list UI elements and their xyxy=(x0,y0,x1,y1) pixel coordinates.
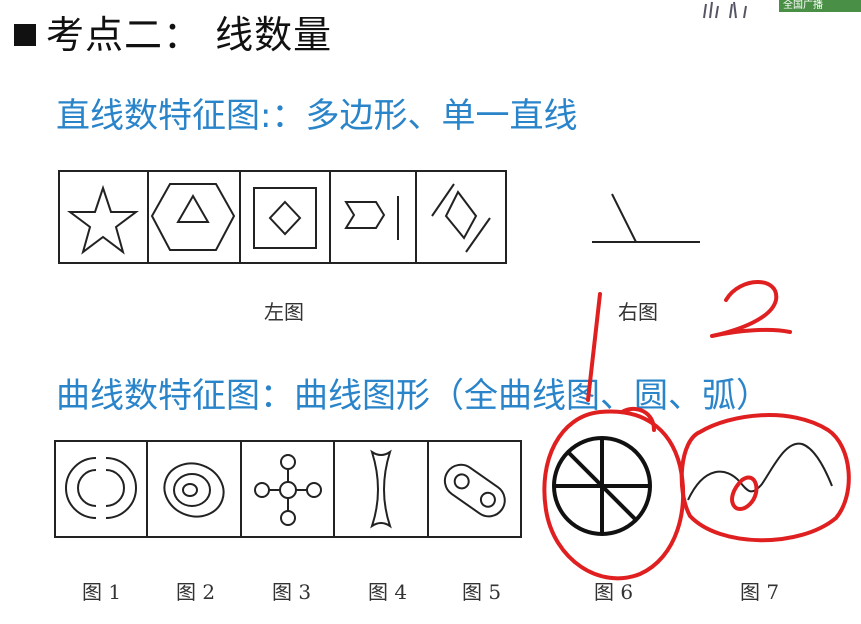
star-shape xyxy=(67,184,139,255)
section2-title: 曲线数特征图：曲线图形（全曲线图、圆、弧） xyxy=(56,376,770,416)
figure-caption-3: 图 3 xyxy=(272,580,312,604)
arrow-pentagon-shape xyxy=(344,201,386,229)
split-circle-shape xyxy=(65,457,137,519)
page-title: 考点二： 线数量 xyxy=(14,4,332,59)
triangle-shape xyxy=(176,193,210,223)
slanted-diamond-shape xyxy=(444,190,478,240)
channel-badge: 全国广播 xyxy=(779,0,861,12)
concave-shape xyxy=(370,449,392,529)
capsule-shape xyxy=(443,463,506,518)
figure-caption-5: 图 5 xyxy=(462,580,502,604)
square-shape xyxy=(253,187,317,249)
corner-decoration xyxy=(700,0,756,19)
bullet-square-icon xyxy=(14,24,36,46)
page-title-text: 考点二： 线数量 xyxy=(46,13,333,57)
figure-caption-1: 图 1 xyxy=(82,580,122,604)
plant-icon xyxy=(703,1,747,19)
diamond-shape xyxy=(268,200,302,236)
straight-line-figure-strip xyxy=(58,170,507,264)
figure-caption-7: 图 7 xyxy=(740,580,780,604)
nested-ellipse-shape xyxy=(163,462,225,518)
curve-figure-strip xyxy=(54,440,522,538)
angle-figure xyxy=(592,193,700,243)
figure-caption-4: 图 4 xyxy=(368,580,408,604)
figure-caption-6: 图 6 xyxy=(594,580,634,604)
circle-cross-shape xyxy=(254,454,322,526)
left-figure-caption: 左图 xyxy=(264,300,304,324)
right-figure-caption: 右图 xyxy=(618,300,658,324)
section1-title: 直线数特征图:：多边形、单一直线 xyxy=(56,96,578,136)
hexagon-shape xyxy=(150,183,236,251)
circle-spokes-figure xyxy=(552,436,652,536)
wavy-curve-figure xyxy=(687,442,833,501)
figure-caption-2: 图 2 xyxy=(176,580,216,604)
handwritten-2-mark xyxy=(710,280,792,338)
